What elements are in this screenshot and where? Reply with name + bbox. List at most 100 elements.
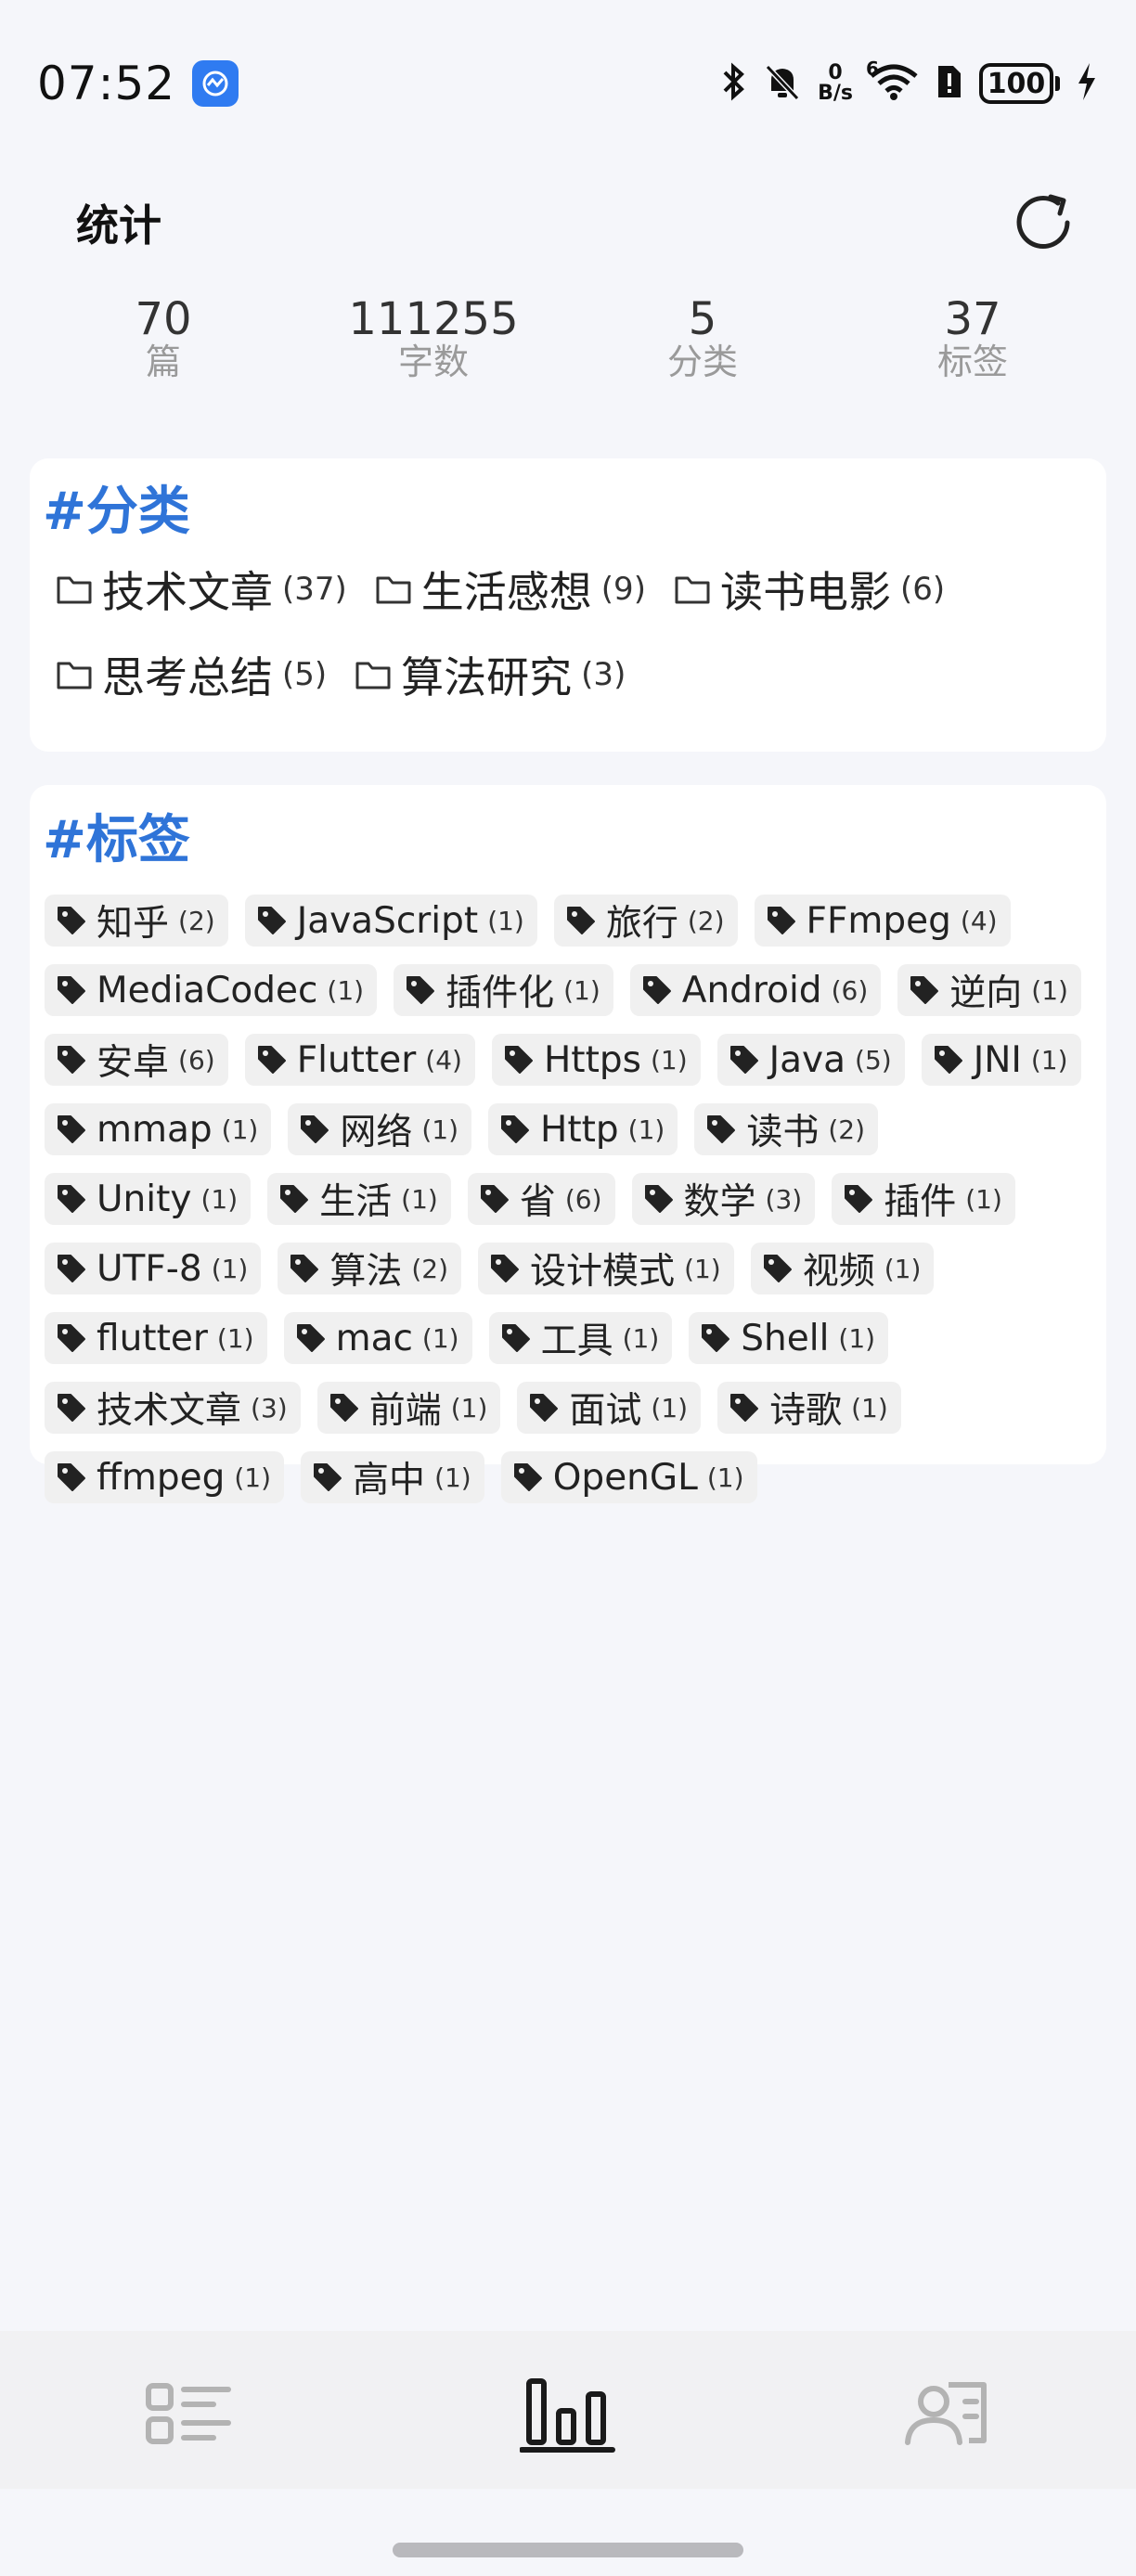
- tag-name: 插件: [884, 1181, 957, 1223]
- tag-name: OpenGL: [552, 1456, 698, 1499]
- tag-chip[interactable]: ffmpeg (1): [45, 1451, 285, 1503]
- category-item[interactable]: 技术文章 (37): [56, 559, 347, 620]
- tag-count: (1): [450, 1392, 488, 1423]
- tag-name: FFmpeg: [806, 899, 951, 942]
- tag-name: 逆向: [949, 972, 1023, 1014]
- tag-chip[interactable]: 高中 (1): [301, 1451, 484, 1503]
- tag-name: 知乎: [97, 903, 170, 945]
- tag-name: flutter: [97, 1317, 208, 1359]
- tag-icon: [296, 1324, 325, 1352]
- tag-chip[interactable]: Flutter (4): [244, 1034, 475, 1086]
- tag-icon: [763, 1255, 792, 1282]
- tag-name: 视频: [802, 1251, 875, 1293]
- net-speed: 0 B/s: [818, 63, 853, 104]
- tag-chip[interactable]: 生活 (1): [267, 1173, 451, 1225]
- tag-count: (2): [178, 905, 215, 936]
- tag-name: 算法: [329, 1251, 403, 1293]
- tag-chip[interactable]: 数学 (3): [631, 1173, 816, 1225]
- tag-icon: [280, 1185, 309, 1213]
- app-header: 统计: [0, 167, 1136, 278]
- tag-chip[interactable]: 面试 (1): [517, 1382, 702, 1434]
- tag-name: 前端: [368, 1390, 442, 1432]
- tag-count: (4): [960, 905, 998, 936]
- tag-chip[interactable]: 逆向 (1): [897, 964, 1081, 1016]
- mute-bell-icon: [762, 61, 803, 106]
- nav-stats[interactable]: [512, 2368, 624, 2461]
- category-count: (9): [600, 571, 646, 608]
- tag-chip[interactable]: 插件化 (1): [394, 964, 613, 1016]
- nav-list[interactable]: [134, 2368, 245, 2461]
- tag-count: (1): [563, 974, 600, 1006]
- tag-chip[interactable]: 旅行 (2): [553, 895, 738, 947]
- tag-icon: [58, 907, 85, 934]
- tag-name: 面试: [569, 1390, 642, 1432]
- category-item[interactable]: 生活感想 (9): [375, 559, 646, 620]
- home-indicator[interactable]: [393, 2543, 743, 2557]
- tag-name: 数学: [683, 1181, 756, 1223]
- tag-chip[interactable]: Http (1): [488, 1103, 678, 1155]
- tag-chip[interactable]: 省 (6): [467, 1173, 615, 1225]
- category-item[interactable]: 算法研究 (3): [355, 644, 626, 705]
- categories-card: #分类 技术文章 (37) 生活感想 (9) 读书电影 (6) 思考总结 (5) 算法研究 (3): [30, 458, 1106, 752]
- tag-count: (6): [178, 1044, 215, 1075]
- tag-chip[interactable]: 知乎 (2): [45, 895, 228, 947]
- tag-count: (6): [564, 1183, 602, 1215]
- tag-count: (1): [1030, 1044, 1068, 1075]
- tag-chip[interactable]: JNI (1): [921, 1034, 1081, 1086]
- categories-title: #分类: [43, 482, 190, 542]
- tag-list: 知乎 (2) JavaScript (1) 旅行 (2) FFmpeg (4) MediaCod…: [45, 895, 1084, 1503]
- category-name: 生活感想: [420, 567, 592, 617]
- tag-chip[interactable]: Unity (1): [45, 1173, 252, 1225]
- refresh-button[interactable]: [1006, 186, 1080, 260]
- tag-chip[interactable]: mac (1): [283, 1312, 472, 1364]
- category-name: 算法研究: [401, 652, 573, 702]
- tag-chip[interactable]: MediaCodec (1): [45, 964, 378, 1016]
- category-count: (6): [899, 571, 946, 608]
- tag-chip[interactable]: 设计模式 (1): [478, 1243, 734, 1294]
- tag-chip[interactable]: Android (6): [629, 964, 882, 1016]
- tag-chip[interactable]: JavaScript (1): [244, 895, 537, 947]
- tag-count: (1): [627, 1114, 665, 1145]
- tag-icon: [566, 907, 595, 934]
- stats-summary: 70 篇 111255 字数 5 分类 37 标签: [0, 295, 1136, 397]
- tag-chip[interactable]: 读书 (2): [694, 1103, 879, 1155]
- stat-words: 111255 字数: [322, 295, 545, 381]
- tag-chip[interactable]: mmap (1): [45, 1103, 272, 1155]
- tag-chip[interactable]: flutter (1): [45, 1312, 267, 1364]
- nav-profile[interactable]: [891, 2368, 1002, 2461]
- tag-chip[interactable]: Java (5): [716, 1034, 905, 1086]
- tag-chip[interactable]: UTF-8 (1): [45, 1243, 262, 1294]
- page-title: 统计: [76, 200, 161, 251]
- tag-chip[interactable]: 技术文章 (3): [45, 1382, 301, 1434]
- tag-chip[interactable]: FFmpeg (4): [754, 895, 1011, 947]
- tag-icon: [513, 1463, 542, 1491]
- tag-chip[interactable]: 网络 (1): [288, 1103, 471, 1155]
- tag-chip[interactable]: 插件 (1): [832, 1173, 1015, 1225]
- tag-icon: [504, 1046, 533, 1074]
- category-item[interactable]: 读书电影 (6): [674, 559, 945, 620]
- tag-chip[interactable]: Https (1): [491, 1034, 701, 1086]
- category-name: 读书电影: [719, 567, 891, 617]
- tag-icon: [642, 976, 671, 1004]
- tag-icon: [58, 1463, 85, 1491]
- tag-icon: [480, 1185, 509, 1213]
- tag-icon: [501, 1115, 529, 1143]
- tag-chip[interactable]: 视频 (1): [750, 1243, 935, 1294]
- tag-chip[interactable]: 诗歌 (1): [717, 1382, 901, 1434]
- tag-name: Http: [540, 1108, 619, 1151]
- tag-count: (2): [411, 1253, 449, 1284]
- tag-name: 技术文章: [97, 1390, 242, 1432]
- bluetooth-icon: [719, 61, 747, 106]
- category-item[interactable]: 思考总结 (5): [56, 644, 327, 705]
- tag-chip[interactable]: OpenGL (1): [500, 1451, 757, 1503]
- battery-icon: 100: [979, 63, 1060, 104]
- tag-chip[interactable]: 安卓 (6): [45, 1034, 228, 1086]
- category-count: (5): [282, 656, 328, 693]
- tag-chip[interactable]: Shell (1): [689, 1312, 889, 1364]
- tag-chip[interactable]: 前端 (1): [316, 1382, 501, 1434]
- tag-chip[interactable]: 算法 (2): [278, 1243, 462, 1294]
- tag-chip[interactable]: 工具 (1): [488, 1312, 673, 1364]
- tag-count: (1): [434, 1462, 471, 1493]
- tag-count: (1): [706, 1462, 744, 1493]
- charging-bolt-icon: [1075, 61, 1099, 106]
